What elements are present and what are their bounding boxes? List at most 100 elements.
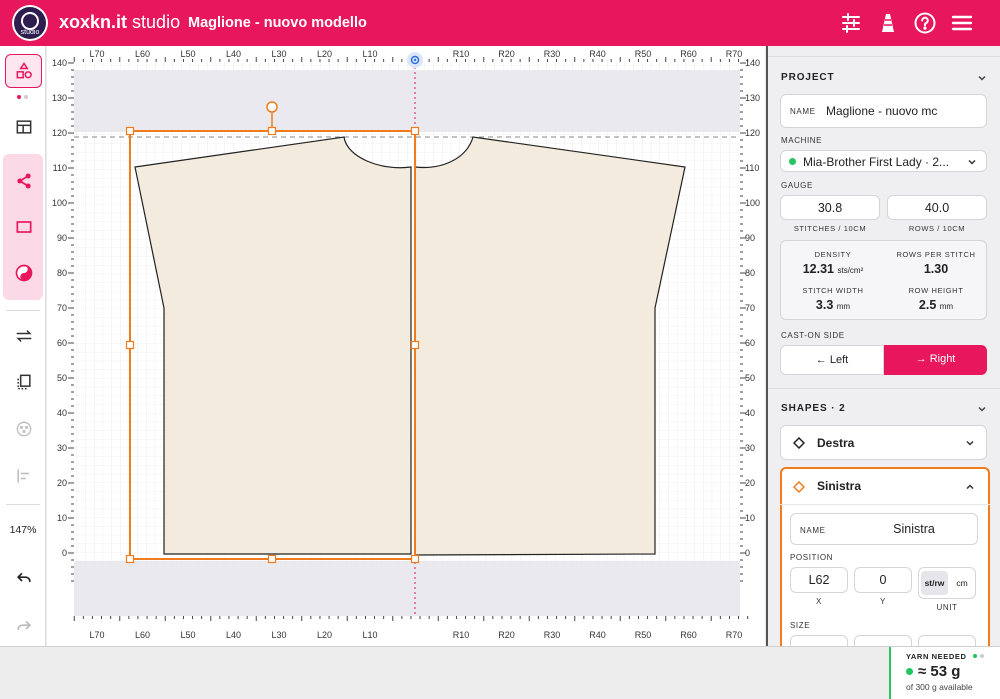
ruler-y-label: 0 xyxy=(745,548,750,558)
resize-handle xyxy=(410,126,420,136)
rectangle-icon xyxy=(16,221,31,233)
ruler-y-label: 80 xyxy=(745,268,755,278)
position-label: POSITION xyxy=(790,553,834,562)
tool-sidebar: 147% xyxy=(0,46,46,646)
ruler-y-label: 60 xyxy=(745,338,755,348)
size-width-input[interactable] xyxy=(790,635,848,646)
sliders-icon[interactable] xyxy=(839,11,863,35)
shape-item-sinistra[interactable]: Sinistra NAME Sinistra POSITION L62 X 0 … xyxy=(780,467,990,646)
diamond-icon xyxy=(793,437,805,449)
rectangle-tool-button[interactable] xyxy=(5,210,42,244)
size-unit-input[interactable] xyxy=(918,635,976,646)
shapes-heading[interactable]: SHAPES · 2 xyxy=(781,403,846,414)
chevron-down-icon[interactable] xyxy=(977,73,987,83)
shape-item-destra[interactable]: Destra xyxy=(780,425,987,460)
center-marker-icon[interactable] xyxy=(407,52,423,68)
ruler-y-label: 120 xyxy=(52,128,67,138)
project-name-field[interactable]: NAME Maglione - nuovo mc xyxy=(780,94,987,128)
ruler-y-label: 0 xyxy=(62,548,67,558)
yarn-needed-panel[interactable]: YARN NEEDED ≈ 53 g of 300 g available xyxy=(889,647,1000,699)
ruler-y-label: 60 xyxy=(57,338,67,348)
size-height-input[interactable] xyxy=(854,635,912,646)
rows-input[interactable]: 40.0 xyxy=(887,195,987,220)
resize-handle xyxy=(125,340,135,350)
share-nodes-icon xyxy=(16,173,31,189)
cone-icon[interactable] xyxy=(876,11,900,35)
ruler-x-label: L20 xyxy=(317,49,332,59)
unit-st-rw-option[interactable]: st/rw xyxy=(921,571,948,595)
project-heading[interactable]: PROJECT xyxy=(781,72,835,83)
ruler-x-label: R50 xyxy=(635,49,652,59)
pattern-canvas[interactable]: L70 L60 L50 L40 L30 L20 L10 R10 R20 R30 R40 R50 R60 R… xyxy=(47,46,765,646)
x-label: X xyxy=(816,597,822,606)
ruler-top xyxy=(47,46,765,62)
chevron-down-icon xyxy=(968,159,976,165)
pattern-tool-button[interactable] xyxy=(5,256,42,290)
ruler-x-label: L40 xyxy=(226,630,241,640)
ruler-y-label: 120 xyxy=(745,128,760,138)
position-y-input[interactable]: 0 xyxy=(854,567,912,593)
rows-per-stitch-label: ROWS PER STITCH xyxy=(896,250,976,259)
resize-handle xyxy=(267,554,277,564)
ruler-y-label: 40 xyxy=(57,408,67,418)
unit-toggle[interactable]: st/rw cm xyxy=(918,567,976,599)
ruler-y-label: 110 xyxy=(745,163,759,173)
out-of-bed-top xyxy=(74,70,740,132)
unit-cm-option[interactable]: cm xyxy=(949,571,975,595)
ruler-x-label: L50 xyxy=(180,49,195,59)
arrow-left-icon: ← xyxy=(815,354,827,366)
shape-name-field[interactable]: NAME Sinistra xyxy=(790,513,978,545)
ruler-y-label: 30 xyxy=(57,443,67,453)
ruler-y-label: 80 xyxy=(57,268,67,278)
chevron-down-icon xyxy=(966,440,974,446)
nodes-tool-button[interactable] xyxy=(5,164,42,198)
arrow-right-icon: → xyxy=(915,353,927,365)
resize-handle xyxy=(267,126,277,136)
align-button[interactable] xyxy=(5,459,42,493)
rows-label: ROWS / 10CM xyxy=(908,224,966,233)
top-bar: studio xoxkn.it studio Maglione - nuovo … xyxy=(0,0,1000,46)
layout-tool-button[interactable] xyxy=(5,110,42,144)
machine-select[interactable]: Mia-Brother First Lady · 2... xyxy=(780,150,987,172)
app-logo[interactable]: studio xyxy=(12,5,48,41)
cast-on-right-button[interactable]: → Right xyxy=(884,345,987,375)
status-dot xyxy=(980,654,984,658)
ruler-x-label: R10 xyxy=(453,49,470,59)
resize-handle xyxy=(410,340,420,350)
undo-button[interactable] xyxy=(5,561,42,595)
yarn-label: YARN NEEDED xyxy=(906,652,967,661)
position-x-input[interactable]: L62 xyxy=(790,567,848,593)
chevron-down-icon[interactable] xyxy=(977,404,987,414)
diamond-icon xyxy=(793,481,805,493)
shape-sinistra[interactable] xyxy=(134,136,412,555)
ruler-x-label: L60 xyxy=(135,630,150,640)
gauge-label: GAUGE xyxy=(781,181,813,190)
ruler-x-label: R70 xyxy=(726,630,743,640)
ruler-x-label: L30 xyxy=(271,49,286,59)
page-dot-active xyxy=(17,95,21,99)
zoom-level[interactable]: 147% xyxy=(0,524,46,536)
stitches-input[interactable]: 30.8 xyxy=(780,195,880,220)
resize-handle xyxy=(125,126,135,136)
layout-icon xyxy=(16,120,31,134)
duplicate-button[interactable] xyxy=(5,365,42,399)
swap-button[interactable] xyxy=(5,319,42,353)
menu-icon[interactable] xyxy=(950,11,974,35)
ruler-x-label: R30 xyxy=(544,49,561,59)
resize-handle xyxy=(125,554,135,564)
ruler-x-label: L50 xyxy=(180,630,195,640)
decoration-button[interactable] xyxy=(5,412,42,446)
redo-button[interactable] xyxy=(5,609,42,643)
chevron-up-icon[interactable] xyxy=(965,482,975,492)
ruler-y-label: 20 xyxy=(745,478,755,488)
shapes-tool-button[interactable] xyxy=(5,54,42,88)
resize-handle xyxy=(410,554,420,564)
cast-on-left-button[interactable]: ← Left xyxy=(780,345,884,375)
shape-destra[interactable] xyxy=(414,136,686,556)
size-label: SIZE xyxy=(790,621,811,630)
stitches-label: STITCHES / 10CM xyxy=(793,224,867,233)
document-title[interactable]: Maglione - nuovo modello xyxy=(188,15,367,31)
help-icon[interactable] xyxy=(913,11,937,35)
status-bar: YARN NEEDED ≈ 53 g of 300 g available xyxy=(0,646,1000,699)
row-height-value: 2.5 mm xyxy=(918,298,954,312)
